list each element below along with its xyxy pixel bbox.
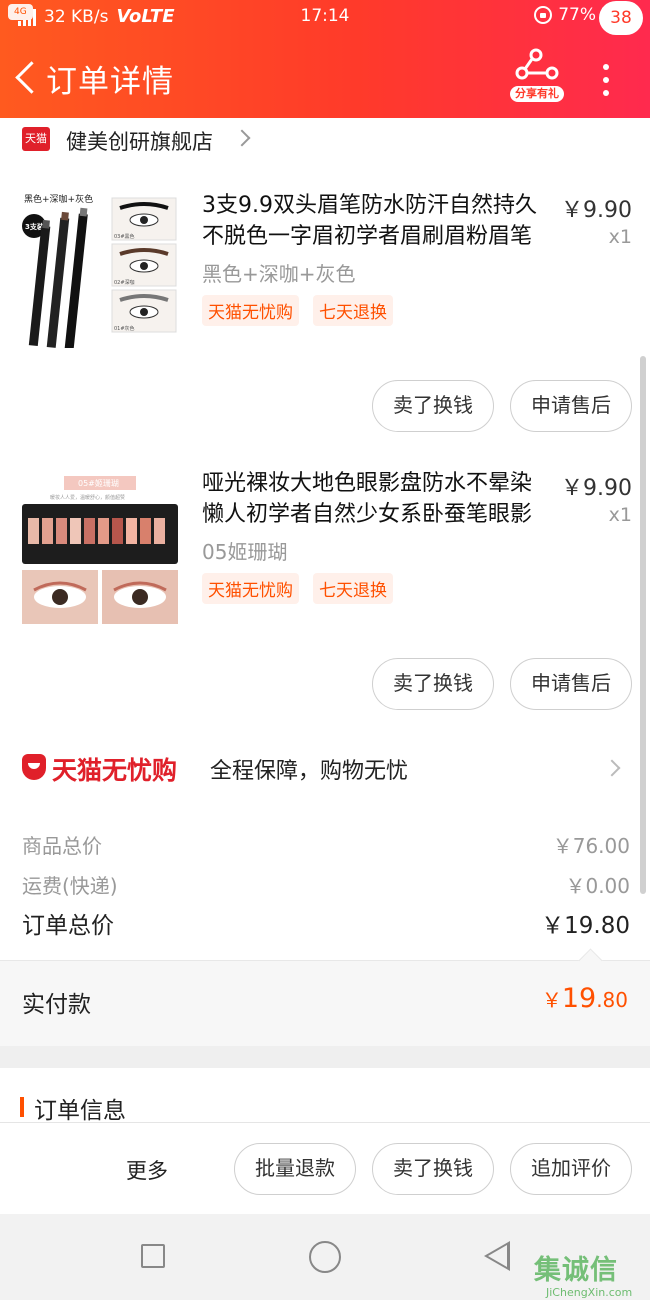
paid-label: 实付款 [22, 992, 91, 1018]
order-total-label: 订单总价 [22, 913, 114, 939]
product-sku: 黑色+深咖+灰色 [202, 262, 356, 286]
order-item[interactable]: 05#姬珊瑚 暖妆人人爱，温暖舒心，颜值超赞 哑光裸妆大地色眼影盘防水不晕染懒人… [0, 458, 650, 718]
scrollbar[interactable] [640, 356, 646, 894]
share-label: 分享有礼 [510, 86, 564, 102]
chevron-right-icon [603, 759, 621, 777]
chevron-right-icon [233, 129, 251, 147]
back-triangle-icon[interactable] [484, 1241, 510, 1271]
product-price: ￥9.90 [561, 476, 632, 501]
status-bar: 4G 32 KB/s VoLTE 17:14 77% [0, 0, 650, 36]
share-button[interactable]: 分享有礼 [508, 46, 566, 104]
thumb-caption: 暖妆人人爱，温暖舒心，颜值超赞 [50, 494, 125, 501]
product-price: ￥9.90 [561, 198, 632, 223]
tag-7day-return: 七天退换 [313, 295, 393, 326]
guarantee-brand: 天猫无忧购 [52, 756, 178, 785]
home-icon[interactable] [309, 1241, 341, 1273]
sell-for-cash-button[interactable]: 卖了换钱 [372, 380, 494, 432]
order-total-row: 订单总价 ￥19.80 [22, 906, 630, 940]
paid-integer: 19 [561, 983, 597, 1014]
tag-worry-free: 天猫无忧购 [202, 295, 299, 326]
order-item[interactable]: 黑色+深咖+灰色 3支装 03#黑色 02#深咖 01#灰色 3支9.9双头眉笔… [0, 180, 650, 440]
guarantee-text: 全程保障，购物无忧 [210, 759, 409, 784]
more-actions-button[interactable]: 更多 [126, 1155, 168, 1185]
back-arrow-icon[interactable] [12, 58, 40, 98]
product-image-brow-pencil: 黑色+深咖+灰色 3支装 03#黑色 02#深咖 01#灰色 [20, 188, 180, 348]
after-sales-button[interactable]: 申请售后 [510, 380, 632, 432]
tag-7day-return: 七天退换 [313, 573, 393, 604]
shipping-label: 运费(快递) [22, 874, 118, 898]
thumb-label-3: 01#灰色 [114, 325, 135, 332]
battery-percent: 77% [558, 5, 596, 25]
thumb-label-2: 02#深咖 [114, 279, 135, 286]
recent-apps-icon[interactable] [141, 1244, 165, 1268]
order-info-section: 订单信息 [0, 1068, 650, 1124]
more-menu-icon[interactable] [596, 64, 616, 104]
sell-for-cash-button[interactable]: 卖了换钱 [372, 1143, 494, 1195]
goods-total-row: 商品总价 ￥76.00 [22, 830, 630, 859]
product-quantity: x1 [608, 504, 632, 526]
sell-for-cash-button[interactable]: 卖了换钱 [372, 658, 494, 710]
product-sku: 05姬珊瑚 [202, 540, 288, 564]
bottom-action-bar: 更多 批量退款 卖了换钱 追加评价 [0, 1122, 650, 1214]
shipping-row: 运费(快递) ￥0.00 [22, 870, 630, 899]
thumb-header: 黑色+深咖+灰色 [24, 193, 93, 205]
goods-total-value: ￥76.00 [552, 834, 630, 858]
paid-value: ￥19.80 [542, 983, 628, 1014]
site-watermark: 集诚信 JiChengXin.com [532, 1248, 648, 1300]
page-title: 订单详情 [46, 64, 174, 100]
shipping-value: ￥0.00 [565, 874, 630, 898]
rotation-lock-icon [534, 6, 553, 24]
order-info-title: 订单信息 [34, 1098, 126, 1124]
message-count-badge: 38 [599, 1, 643, 35]
tmall-logo-icon: 天猫 [22, 127, 50, 151]
after-sales-button[interactable]: 申请售后 [510, 658, 632, 710]
thumb-label-1: 03#黑色 [114, 233, 135, 240]
guarantee-row[interactable]: 天猫无忧购 全程保障，购物无忧 [0, 738, 650, 798]
add-review-button[interactable]: 追加评价 [510, 1143, 632, 1195]
watermark-zh: 集诚信 [534, 1255, 618, 1286]
shop-row[interactable]: 天猫 健美创研旗舰店 [0, 118, 650, 162]
batch-refund-button[interactable]: 批量退款 [234, 1143, 356, 1195]
section-divider [0, 1046, 650, 1068]
paid-amount-row: 实付款 ￥19.80 [0, 960, 650, 1046]
nav-bar: 订单详情 分享有礼 [0, 36, 650, 118]
app-header: 4G 32 KB/s VoLTE 17:14 77% 订单详情 分享有礼 38 [0, 0, 650, 118]
product-title: 3支9.9双头眉笔防水防汗自然持久不脱色一字眉初学者眉刷眉粉眉笔 [202, 193, 537, 249]
paid-currency: ￥ [541, 988, 562, 1012]
order-total-value: ￥19.80 [541, 913, 630, 939]
share-icon [515, 48, 559, 80]
watermark-en: JiChengXin.com [546, 1286, 633, 1299]
section-accent-bar [20, 1097, 24, 1117]
tmall-shield-icon [22, 754, 46, 780]
product-title: 哑光裸妆大地色眼影盘防水不晕染懒人初学者自然少女系卧蚕笔眼影 [202, 471, 533, 527]
paid-decimal: .80 [596, 988, 628, 1012]
goods-total-label: 商品总价 [22, 834, 102, 858]
thumb-header: 05#姬珊瑚 [78, 478, 119, 488]
product-quantity: x1 [608, 226, 632, 248]
product-image-eyeshadow: 05#姬珊瑚 暖妆人人爱，温暖舒心，颜值超赞 [20, 466, 180, 626]
shop-name: 健美创研旗舰店 [66, 130, 213, 154]
tag-worry-free: 天猫无忧购 [202, 573, 299, 604]
